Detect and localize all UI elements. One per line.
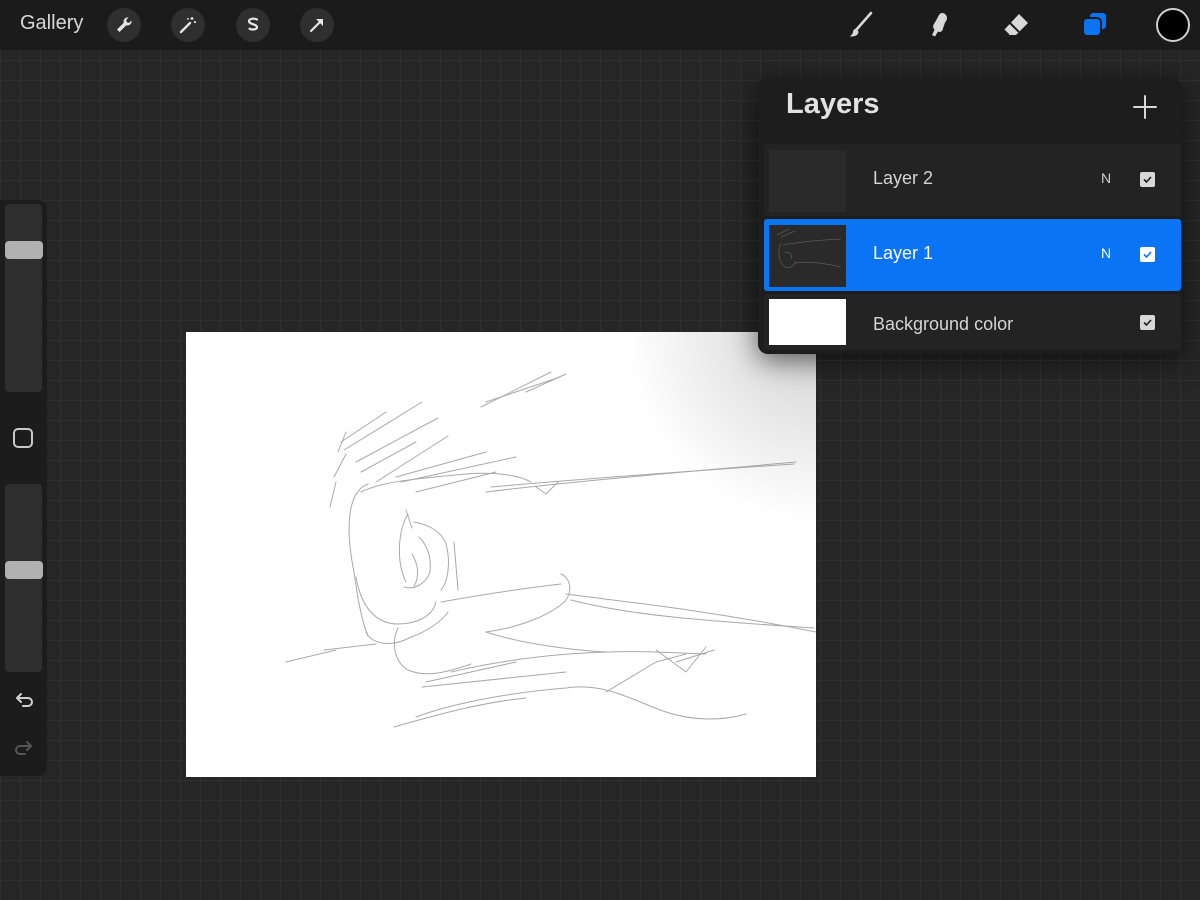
smudge-icon[interactable] bbox=[920, 6, 958, 44]
blend-mode-button[interactable]: N bbox=[1101, 245, 1111, 261]
undo-icon[interactable] bbox=[11, 686, 37, 712]
layer-name: Background color bbox=[873, 314, 1014, 334]
layer-row-layer-2[interactable]: Layer 2 N bbox=[764, 144, 1181, 216]
fist-sketch bbox=[186, 332, 816, 777]
layers-icon[interactable] bbox=[1076, 6, 1114, 44]
top-toolbar: Gallery bbox=[0, 0, 1200, 50]
opacity-thumb[interactable] bbox=[5, 560, 43, 579]
brush-size-thumb[interactable] bbox=[5, 241, 43, 260]
checkmark-icon bbox=[1143, 319, 1152, 327]
redo-icon[interactable] bbox=[11, 734, 37, 760]
plus-icon[interactable] bbox=[1130, 92, 1160, 122]
layer-thumbnail bbox=[769, 225, 846, 287]
sketch-thumbnail bbox=[776, 228, 842, 268]
layer-name: Layer 1 bbox=[873, 243, 934, 263]
checkmark-icon bbox=[1143, 251, 1152, 259]
modify-square-icon[interactable] bbox=[13, 428, 33, 448]
checkmark-icon bbox=[1143, 176, 1152, 184]
layer-row-layer-1[interactable]: Layer 1 N bbox=[764, 219, 1181, 291]
layers-panel: Layers Layer 2 N Layer 1 N Background co… bbox=[758, 78, 1182, 354]
eraser-icon[interactable] bbox=[997, 6, 1035, 44]
visibility-checkbox[interactable] bbox=[1140, 315, 1155, 330]
procreate-app: Gallery Layers Layer 2 N Layer 1 N Backg… bbox=[0, 0, 1200, 900]
brush-icon[interactable] bbox=[842, 6, 880, 44]
color-picker-swatch[interactable] bbox=[1156, 8, 1190, 42]
layer-thumbnail bbox=[769, 150, 846, 212]
transform-arrow-icon[interactable] bbox=[300, 8, 334, 42]
visibility-checkbox[interactable] bbox=[1140, 247, 1155, 262]
drawing-canvas[interactable] bbox=[186, 332, 816, 777]
gallery-button[interactable]: Gallery bbox=[20, 12, 83, 35]
layer-row-background-color[interactable]: Background color bbox=[764, 294, 1181, 350]
layers-panel-title: Layers bbox=[786, 88, 880, 120]
magic-wand-icon[interactable] bbox=[171, 8, 205, 42]
selection-icon[interactable] bbox=[236, 8, 270, 42]
wrench-icon[interactable] bbox=[107, 8, 141, 42]
visibility-checkbox[interactable] bbox=[1140, 172, 1155, 187]
background-color-swatch[interactable] bbox=[769, 299, 846, 345]
layer-name: Layer 2 bbox=[873, 168, 934, 188]
left-sidebar bbox=[0, 200, 47, 776]
blend-mode-button[interactable]: N bbox=[1101, 170, 1111, 186]
brush-size-slider[interactable] bbox=[5, 204, 42, 392]
